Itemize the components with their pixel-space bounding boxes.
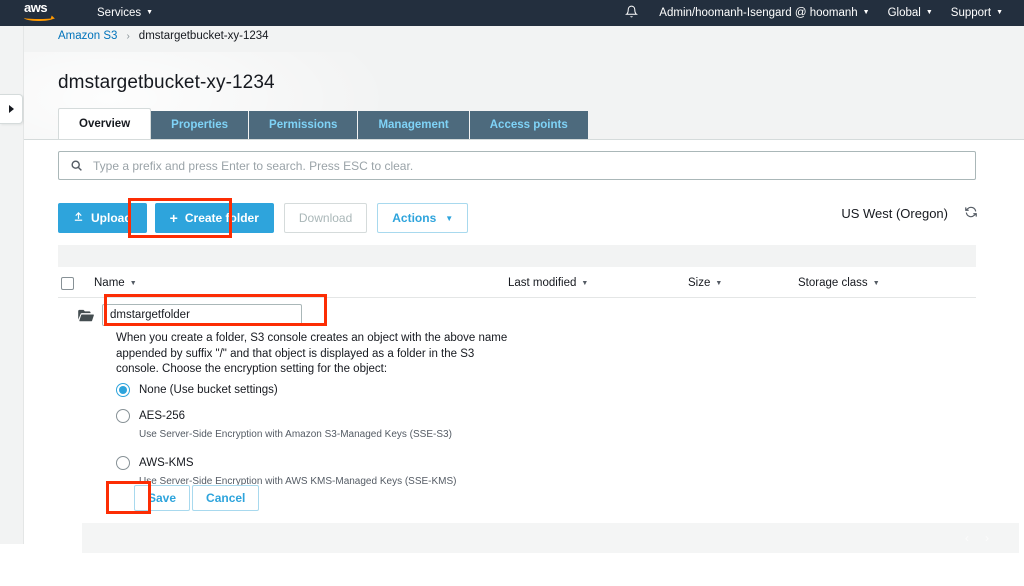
objects-toolbar: Upload + Create folder Download Actions …	[58, 203, 468, 233]
upload-icon	[73, 211, 84, 226]
breadcrumb: Amazon S3 › dmstargetbucket-xy-1234	[58, 30, 269, 42]
sort-descending-icon: ▼	[130, 280, 137, 287]
services-menu[interactable]: Services ▼	[88, 0, 162, 26]
support-label: Support	[951, 7, 991, 19]
column-header-last-modified[interactable]: Last modified ▼	[508, 277, 688, 289]
encryption-option-aes256-description: Use Server-Side Encryption with Amazon S…	[139, 429, 536, 440]
plus-icon: +	[170, 210, 178, 226]
bucket-overview-content: Upload + Create folder Download Actions …	[24, 140, 1024, 586]
cancel-button-label: Cancel	[206, 491, 245, 505]
tab-properties-label: Properties	[171, 119, 228, 131]
table-footer: ‹ ›	[82, 523, 1019, 553]
encryption-options: None (Use bucket settings) AES-256 Use S…	[116, 380, 536, 487]
folder-name-input[interactable]	[102, 304, 302, 326]
tab-management[interactable]: Management	[358, 111, 469, 139]
tab-permissions-label: Permissions	[269, 119, 337, 131]
aws-wordmark: aws	[24, 2, 62, 14]
chevron-down-icon: ▼	[146, 9, 153, 16]
region-menu-label: Global	[888, 7, 921, 19]
chevron-down-icon: ▼	[863, 9, 870, 16]
breadcrumb-current: dmstargetbucket-xy-1234	[139, 30, 269, 42]
actions-dropdown[interactable]: Actions ▼	[377, 203, 468, 233]
tab-access-points-label: Access points	[490, 119, 568, 131]
encryption-option-aes256[interactable]: AES-256	[116, 406, 536, 426]
expand-sidebar-icon[interactable]	[0, 94, 23, 124]
tab-management-label: Management	[378, 119, 448, 131]
download-label: Download	[299, 211, 352, 225]
page-title: dmstargetbucket-xy-1234	[58, 72, 275, 94]
left-rail	[0, 26, 24, 544]
toolbar-divider-band	[58, 245, 976, 267]
region-indicator: US West (Oregon)	[841, 205, 978, 222]
sort-descending-icon: ▼	[873, 280, 880, 287]
tab-permissions[interactable]: Permissions	[249, 111, 358, 139]
chevron-down-icon: ▼	[996, 9, 1003, 16]
services-label: Services	[97, 7, 141, 19]
sort-descending-icon: ▼	[715, 280, 722, 287]
create-folder-label: Create folder	[185, 211, 259, 225]
previous-page-icon[interactable]: ‹	[965, 531, 969, 545]
encryption-option-aes256-label: AES-256	[139, 410, 185, 422]
breadcrumb-link-amazon-s3[interactable]: Amazon S3	[58, 30, 117, 42]
upload-label: Upload	[91, 211, 132, 225]
search-input[interactable]	[93, 159, 975, 173]
bucket-header: dmstargetbucket-xy-1234 Overview Propert…	[24, 52, 1024, 140]
save-button-label: Save	[148, 491, 176, 505]
create-folder-help-text: When you create a folder, S3 console cre…	[116, 331, 516, 378]
refresh-icon[interactable]	[964, 205, 978, 222]
chevron-down-icon: ▼	[445, 214, 453, 223]
radio-aws-kms-icon[interactable]	[116, 456, 130, 470]
column-header-storage-class[interactable]: Storage class ▼	[798, 277, 958, 289]
cancel-button[interactable]: Cancel	[192, 485, 259, 511]
account-label: Admin/hoomanh-Isengard @ hoomanh	[659, 7, 857, 19]
create-folder-row	[58, 298, 976, 332]
column-header-last-modified-label: Last modified	[508, 277, 576, 289]
column-header-size-label: Size	[688, 277, 710, 289]
chevron-down-icon: ▼	[926, 9, 933, 16]
bucket-tabs: Overview Properties Permissions Manageme…	[58, 108, 589, 139]
sort-descending-icon: ▼	[581, 280, 588, 287]
tab-overview[interactable]: Overview	[58, 108, 151, 139]
encryption-option-none-label: None (Use bucket settings)	[139, 384, 278, 396]
support-menu[interactable]: Support ▼	[942, 0, 1012, 26]
actions-label: Actions	[392, 211, 436, 225]
tab-properties[interactable]: Properties	[151, 111, 249, 139]
objects-table-header: Name ▼ Last modified ▼ Size ▼ Storage cl…	[58, 269, 976, 298]
encryption-option-aws-kms[interactable]: AWS-KMS	[116, 453, 536, 473]
top-nav-right: Admin/hoomanh-Isengard @ hoomanh ▼ Globa…	[613, 0, 1024, 26]
encryption-option-none[interactable]: None (Use bucket settings)	[116, 380, 536, 400]
tab-overview-label: Overview	[79, 118, 130, 130]
next-page-icon[interactable]: ›	[985, 531, 989, 545]
column-header-size[interactable]: Size ▼	[688, 277, 798, 289]
right-arrow-icon	[9, 105, 14, 113]
column-header-name-label: Name	[94, 277, 125, 289]
region-label: US West (Oregon)	[841, 206, 948, 221]
bell-icon[interactable]	[613, 5, 650, 21]
region-menu[interactable]: Global ▼	[879, 0, 942, 26]
aws-top-nav: aws Services ▼ Admin/hoomanh-Isengard @ …	[0, 0, 1024, 26]
upload-button[interactable]: Upload	[58, 203, 147, 233]
spacer	[116, 440, 536, 453]
tab-access-points[interactable]: Access points	[470, 111, 589, 139]
prefix-search-bar[interactable]	[58, 151, 976, 180]
folder-icon	[78, 309, 102, 322]
radio-none-icon[interactable]	[116, 383, 130, 397]
select-all-checkbox[interactable]	[61, 277, 74, 290]
breadcrumb-separator-icon: ›	[126, 31, 129, 42]
aws-logo-icon[interactable]: aws	[24, 2, 62, 24]
create-folder-button[interactable]: + Create folder	[155, 203, 274, 233]
create-folder-actions: Save Cancel	[134, 485, 259, 511]
aws-smile-icon	[24, 14, 54, 21]
account-menu[interactable]: Admin/hoomanh-Isengard @ hoomanh ▼	[650, 0, 878, 26]
search-icon	[59, 159, 93, 172]
column-header-name[interactable]: Name ▼	[94, 277, 508, 289]
download-button: Download	[284, 203, 367, 233]
save-button[interactable]: Save	[134, 485, 190, 511]
column-header-storage-class-label: Storage class	[798, 277, 868, 289]
encryption-option-aws-kms-label: AWS-KMS	[139, 457, 194, 469]
select-all-checkbox-cell	[58, 277, 94, 290]
radio-aes256-icon[interactable]	[116, 409, 130, 423]
